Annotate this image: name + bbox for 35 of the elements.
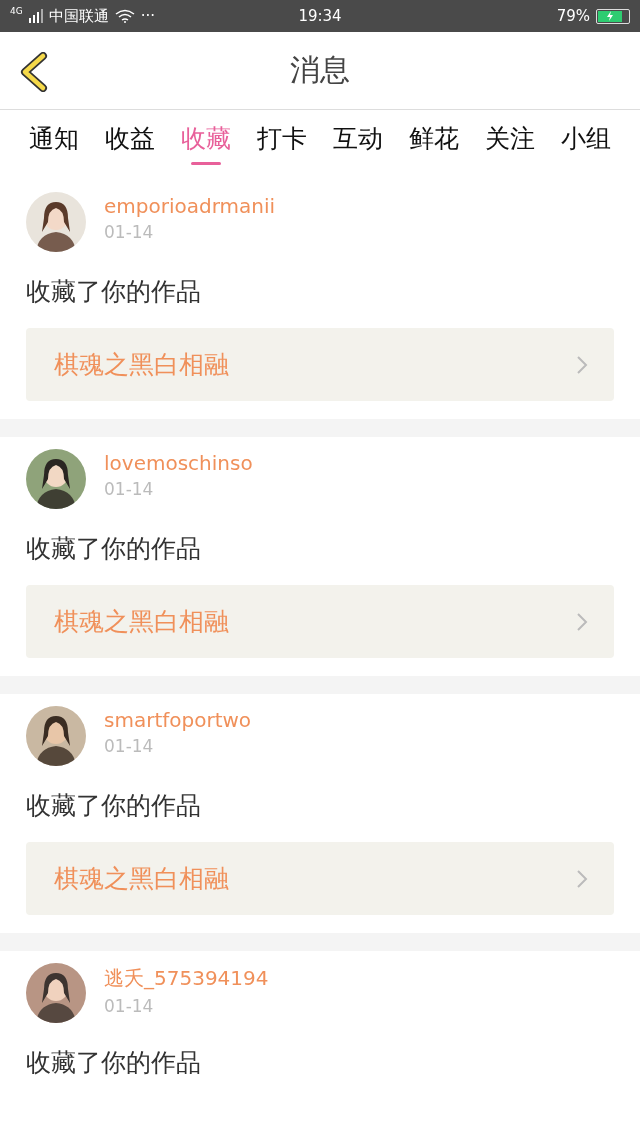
- tab[interactable]: 打卡: [257, 110, 307, 164]
- username[interactable]: smartfoportwo: [104, 708, 252, 732]
- signal-icon: [28, 9, 43, 23]
- carrier-name: 中国联通: [48, 6, 109, 26]
- work-link[interactable]: 棋魂之黑白相融: [26, 328, 614, 401]
- message-date: 01-14: [104, 736, 155, 756]
- message-date: 01-14: [104, 996, 155, 1016]
- message-text: 收藏了你的作品: [26, 533, 202, 565]
- tab[interactable]: 收藏: [181, 110, 231, 164]
- tab[interactable]: 收益: [105, 110, 155, 164]
- message-text: 收藏了你的作品: [26, 276, 202, 308]
- username[interactable]: 逃夭_575394194: [104, 965, 269, 992]
- tab[interactable]: 鲜花: [409, 110, 459, 164]
- tab[interactable]: 互动: [333, 110, 383, 164]
- tab[interactable]: 关注: [485, 110, 535, 164]
- battery-icon: [596, 8, 630, 24]
- page-title: 消息: [290, 51, 350, 89]
- message-text: 收藏了你的作品: [26, 1047, 202, 1079]
- network-type: 4G: [10, 6, 23, 16]
- message-date: 01-14: [104, 222, 155, 242]
- chevron-right-icon: [576, 354, 588, 375]
- clock: 19:34: [298, 7, 342, 25]
- username[interactable]: lovemoschinso: [104, 451, 253, 475]
- more-dots: ···: [140, 7, 155, 25]
- message-date: 01-14: [104, 479, 155, 499]
- chevron-right-icon: [576, 611, 588, 632]
- work-link[interactable]: 棋魂之黑白相融: [26, 585, 614, 658]
- username[interactable]: emporioadrmanii: [104, 194, 276, 218]
- tab[interactable]: 通知: [29, 110, 79, 164]
- message-text: 收藏了你的作品: [26, 790, 202, 822]
- chevron-right-icon: [576, 868, 588, 889]
- battery-percent: 79%: [556, 7, 590, 25]
- wifi-icon: [114, 9, 135, 23]
- tab[interactable]: 小组: [561, 110, 611, 164]
- work-link[interactable]: 棋魂之黑白相融: [26, 842, 614, 915]
